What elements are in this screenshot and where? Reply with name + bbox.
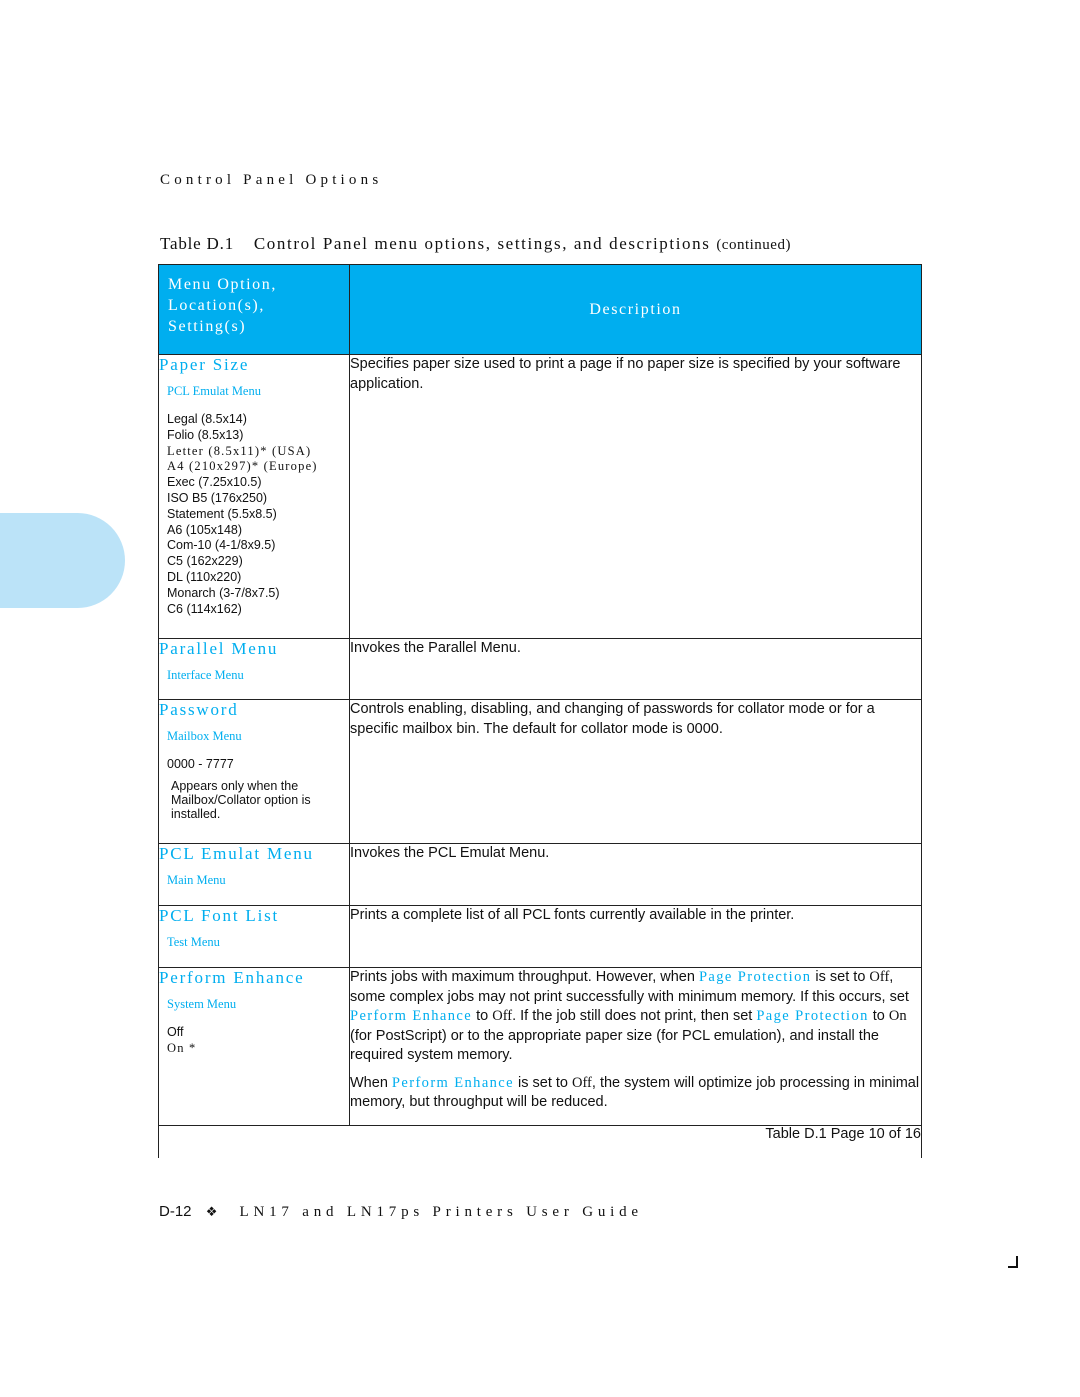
option-cell: PCL Emulat Menu Main Menu	[158, 843, 350, 906]
option-name: Paper Size	[159, 355, 250, 374]
option-location: Interface Menu	[167, 668, 244, 682]
description-paragraph: Prints jobs with maximum throughput. How…	[350, 968, 921, 1066]
text: When	[350, 1074, 392, 1091]
option-name: Parallel Menu	[159, 639, 279, 658]
option-location: Main Menu	[167, 873, 226, 887]
page-indicator-row: Table D.1 Page 10 of 16	[158, 1125, 922, 1158]
empty-cell	[158, 1125, 350, 1158]
setting-item: Legal (8.5x14)	[167, 412, 247, 426]
option-name: Perform Enhance	[159, 968, 305, 987]
settings-list: Off On *	[167, 1025, 349, 1057]
table-row: Perform Enhance System Menu Off On * Pri…	[158, 967, 922, 1126]
page-indicator: Table D.1 Page 10 of 16	[349, 1125, 922, 1158]
text: to	[472, 1008, 493, 1024]
description-cell: Prints jobs with maximum throughput. How…	[349, 967, 922, 1126]
menu-reference: Perform Enhance	[350, 1008, 473, 1024]
description-text: Prints a complete list of all PCL fonts …	[350, 907, 795, 923]
table-continued: (continued)	[716, 237, 791, 253]
setting-item: Off	[167, 1025, 184, 1039]
setting-value: Off	[572, 1074, 592, 1091]
text: . If the job still does not print, then …	[512, 1008, 757, 1024]
page-number: D-12	[159, 1203, 192, 1220]
header-line: Setting(s)	[168, 318, 247, 335]
table-header-row: Menu Option, Location(s), Setting(s) Des…	[158, 264, 922, 355]
page-footer: D-12 ❖ LN17 and LN17ps Printers User Gui…	[159, 1203, 643, 1221]
description-cell: Specifies paper size used to print a pag…	[349, 354, 922, 639]
option-note: Appears only when the Mailbox/Collator o…	[171, 778, 311, 821]
setting-value: Off	[869, 969, 890, 985]
option-location: Test Menu	[167, 935, 220, 949]
setting-item: Folio (8.5x13)	[167, 427, 244, 442]
setting-item: C5 (162x229)	[167, 554, 243, 569]
settings-list: 0000 - 7777	[167, 757, 349, 773]
text: to	[868, 1008, 889, 1024]
text: Prints jobs with maximum throughput. How…	[350, 969, 699, 985]
header-description: Description	[349, 264, 922, 355]
option-cell: Paper Size PCL Emulat Menu Legal (8.5x14…	[158, 354, 350, 639]
description-cell: Controls enabling, disabling, and changi…	[349, 699, 922, 844]
chapter-side-tab	[0, 513, 125, 608]
setting-value: Off	[492, 1008, 513, 1024]
table-number: Table D.1	[160, 234, 234, 253]
text: is set to	[513, 1074, 573, 1091]
description-text: Controls enabling, disabling, and changi…	[350, 701, 875, 737]
option-cell: Perform Enhance System Menu Off On *	[158, 967, 350, 1126]
header-menu-option: Menu Option, Location(s), Setting(s)	[158, 264, 350, 355]
setting-item: C6 (114x162)	[167, 601, 242, 616]
option-location: Mailbox Menu	[167, 729, 242, 743]
description-text: Invokes the PCL Emulat Menu.	[350, 845, 550, 861]
book-title: LN17 and LN17ps Printers User Guide	[239, 1204, 643, 1220]
setting-item-default: Letter (8.5x11)* (USA)	[167, 443, 312, 458]
table-row: PCL Font List Test Menu Prints a complet…	[158, 905, 922, 968]
setting-item: Statement (5.5x8.5)	[167, 506, 277, 521]
ornament-icon: ❖	[205, 1204, 218, 1219]
option-location: PCL Emulat Menu	[167, 384, 261, 398]
menu-reference: Page Protection	[698, 969, 812, 985]
table-row: PCL Emulat Menu Main Menu Invokes the PC…	[158, 843, 922, 906]
running-head: Control Panel Options	[160, 172, 383, 188]
description-cell: Prints a complete list of all PCL fonts …	[349, 905, 922, 968]
menu-reference: Perform Enhance	[391, 1074, 514, 1091]
text: (for PostScript) or to the appropriate p…	[350, 1027, 879, 1064]
option-name: Password	[159, 700, 239, 719]
description-paragraph: When Perform Enhance is set to Off, the …	[350, 1074, 921, 1113]
table-caption: Control Panel menu options, settings, an…	[253, 234, 711, 253]
setting-item: DL (110x220)	[167, 569, 242, 584]
option-name: PCL Emulat Menu	[159, 844, 314, 863]
description-cell: Invokes the PCL Emulat Menu.	[349, 843, 922, 906]
menu-reference: Page Protection	[756, 1008, 869, 1024]
setting-item: Com-10 (4-1/8x9.5)	[167, 538, 276, 553]
setting-item-default: A4 (210x297)* (Europe)	[167, 459, 318, 474]
option-location: System Menu	[167, 997, 237, 1011]
table-title: Table D.1 Control Panel menu options, se…	[160, 234, 791, 254]
table-row: Password Mailbox Menu 0000 - 7777 Appear…	[158, 699, 922, 844]
option-cell: Password Mailbox Menu 0000 - 7777 Appear…	[158, 699, 350, 844]
table-row: Parallel Menu Interface Menu Invokes the…	[158, 638, 922, 700]
control-panel-options-table: Menu Option, Location(s), Setting(s) Des…	[158, 264, 922, 1158]
setting-item: Exec (7.25x10.5)	[167, 475, 262, 490]
setting-item: 0000 - 7777	[167, 757, 234, 771]
table-row: Paper Size PCL Emulat Menu Legal (8.5x14…	[158, 354, 922, 639]
header-line: Menu Option,	[168, 276, 277, 293]
option-cell: Parallel Menu Interface Menu	[158, 638, 350, 700]
description-cell: Invokes the Parallel Menu.	[349, 638, 922, 700]
settings-list: Legal (8.5x14) Folio (8.5x13) Letter (8.…	[167, 412, 349, 617]
setting-item-default: On *	[167, 1040, 197, 1055]
crop-mark-icon	[1008, 1256, 1018, 1268]
header-line: Location(s),	[168, 297, 265, 314]
text: is set to	[811, 969, 870, 985]
description-text: Invokes the Parallel Menu.	[350, 640, 521, 656]
setting-item: ISO B5 (176x250)	[167, 490, 268, 505]
option-cell: PCL Font List Test Menu	[158, 905, 350, 968]
setting-item: Monarch (3-7/8x7.5)	[167, 585, 280, 600]
setting-item: A6 (105x148)	[167, 522, 243, 537]
option-name: PCL Font List	[159, 906, 280, 925]
description-text: Specifies paper size used to print a pag…	[350, 356, 901, 392]
setting-value: On	[888, 1008, 907, 1024]
